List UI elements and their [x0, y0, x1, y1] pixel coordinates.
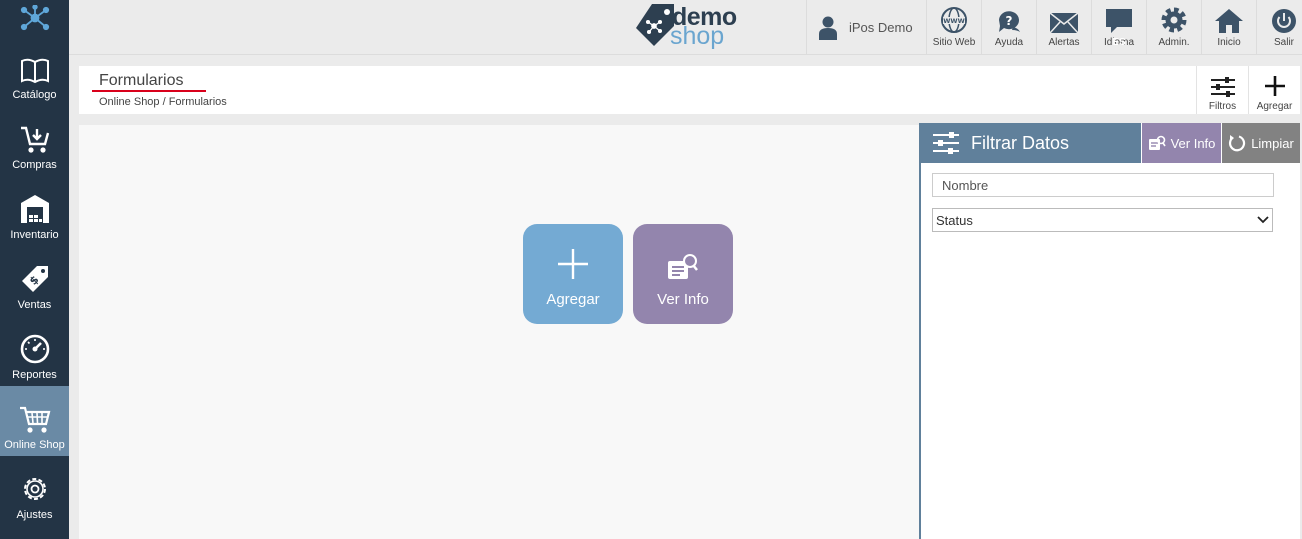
power-icon — [1272, 9, 1296, 33]
sidebar-item-catalogo[interactable]: Catálogo — [0, 36, 69, 106]
ver-info-tile-label: Ver Info — [657, 291, 709, 308]
sidebar-item-online-shop[interactable]: Online Shop — [0, 386, 69, 456]
filter-limpiar-label: Limpiar — [1251, 135, 1294, 151]
top-button-label: Salir — [1273, 37, 1294, 48]
sidebar-item-ventas[interactable]: $ Ventas — [0, 246, 69, 316]
svg-text:?: ? — [1006, 14, 1013, 28]
filtros-label: Filtros — [1208, 101, 1237, 112]
top-button-label: Sitio Web — [932, 37, 976, 48]
plus-icon — [558, 249, 588, 279]
status-select-value: Status — [936, 212, 973, 228]
agregar-button[interactable]: Agregar — [1248, 66, 1300, 114]
title-underline — [92, 90, 206, 92]
status-filter-select[interactable]: Status — [932, 208, 1273, 232]
sidebar-item-label: Compras — [12, 159, 57, 171]
top-button-label: Inicio — [1217, 37, 1241, 48]
alertas-button[interactable]: Alertas — [1036, 0, 1091, 55]
warehouse-icon — [20, 195, 49, 223]
sidebar: Catálogo Compras Inventario $ Ventas Rep… — [0, 0, 69, 539]
ayuda-button[interactable]: ? Ayuda — [981, 0, 1036, 55]
sidebar-item-label: Reportes — [12, 369, 57, 381]
sidebar-item-compras[interactable]: Compras — [0, 106, 69, 176]
salir-button[interactable]: Salir — [1256, 0, 1302, 55]
filter-ver-info-label: Ver Info — [1170, 135, 1216, 151]
page-header: Formularios Online Shop / Formularios Fi… — [79, 66, 1300, 114]
sidebar-more[interactable] — [0, 526, 69, 539]
sidebar-item-label: Ventas — [17, 299, 52, 311]
sidebar-logo[interactable] — [0, 0, 69, 36]
language-icon — [1106, 9, 1132, 33]
top-actions: WWW Sitio Web ? Ayuda Alertas ES Idioma … — [926, 0, 1302, 55]
envelope-icon — [1049, 12, 1079, 34]
filter-panel: Filtrar Datos Ver Info Limpiar Status — [919, 123, 1300, 539]
chevron-down-icon — [1257, 216, 1269, 224]
user-menu[interactable]: iPos Demo — [806, 0, 926, 55]
filter-limpiar-button[interactable]: Limpiar — [1221, 123, 1300, 163]
user-icon — [819, 16, 837, 40]
top-button-label: Alertas — [1048, 37, 1080, 48]
idioma-button[interactable]: ES Idioma — [1091, 0, 1146, 55]
top-bar: demo shop iPos Demo WWW Sitio Web ? Ayud… — [69, 0, 1302, 55]
sitio-web-button[interactable]: WWW Sitio Web — [926, 0, 981, 55]
filter-ver-info-button[interactable]: Ver Info — [1141, 123, 1221, 163]
language-badge: ES — [1112, 37, 1126, 48]
shopping-cart-icon — [19, 406, 50, 433]
filter-panel-header: Filtrar Datos Ver Info Limpiar — [921, 123, 1300, 163]
admin-button[interactable]: Admin. — [1146, 0, 1201, 55]
sidebar-item-inventario[interactable]: Inventario — [0, 176, 69, 246]
sliders-icon — [1210, 77, 1235, 97]
logo-text-shop: shop — [670, 22, 725, 50]
refresh-icon — [1229, 135, 1246, 152]
help-chat-icon: ? — [999, 11, 1020, 32]
svg-text:WWW: WWW — [943, 17, 965, 25]
top-button-label: Ayuda — [994, 37, 1024, 48]
cart-add-icon — [20, 126, 49, 153]
filtros-button[interactable]: Filtros — [1196, 66, 1248, 114]
page-title: Formularios — [99, 72, 184, 89]
sidebar-item-label: Online Shop — [4, 439, 65, 451]
gear-icon — [1161, 7, 1187, 33]
sliders-icon — [933, 132, 959, 154]
info-card-icon — [668, 254, 698, 279]
top-button-label: Admin. — [1158, 37, 1190, 48]
home-icon — [1215, 9, 1243, 33]
breadcrumb[interactable]: Online Shop / Formularios — [99, 96, 227, 108]
main-content: Agregar Ver Info — [79, 125, 919, 539]
gear-icon — [23, 478, 46, 500]
sidebar-item-label: Ajustes — [16, 509, 53, 521]
agregar-tile[interactable]: Agregar — [523, 224, 623, 324]
sidebar-item-label: Inventario — [10, 229, 59, 241]
demo-shop-logo[interactable]: demo shop — [634, 0, 754, 55]
user-name: iPos Demo — [849, 20, 913, 35]
agregar-label: Agregar — [1256, 101, 1293, 112]
network-icon — [20, 5, 49, 31]
inicio-button[interactable]: Inicio — [1201, 0, 1256, 55]
nombre-filter-input[interactable] — [932, 173, 1274, 197]
plus-icon — [1264, 76, 1285, 96]
sidebar-item-reportes[interactable]: Reportes — [0, 316, 69, 386]
sidebar-item-label: Catálogo — [12, 89, 57, 101]
info-card-icon — [1148, 135, 1166, 150]
agregar-tile-label: Agregar — [546, 291, 600, 308]
sidebar-item-ajustes[interactable]: Ajustes — [0, 456, 69, 526]
book-icon — [20, 58, 49, 84]
gauge-icon — [20, 334, 49, 364]
globe-icon: WWW — [941, 7, 967, 33]
filter-panel-title-bar: Filtrar Datos — [921, 123, 1141, 163]
price-tag-icon: $ — [21, 266, 48, 292]
filter-panel-title: Filtrar Datos — [971, 132, 1070, 153]
ver-info-tile[interactable]: Ver Info — [633, 224, 733, 324]
